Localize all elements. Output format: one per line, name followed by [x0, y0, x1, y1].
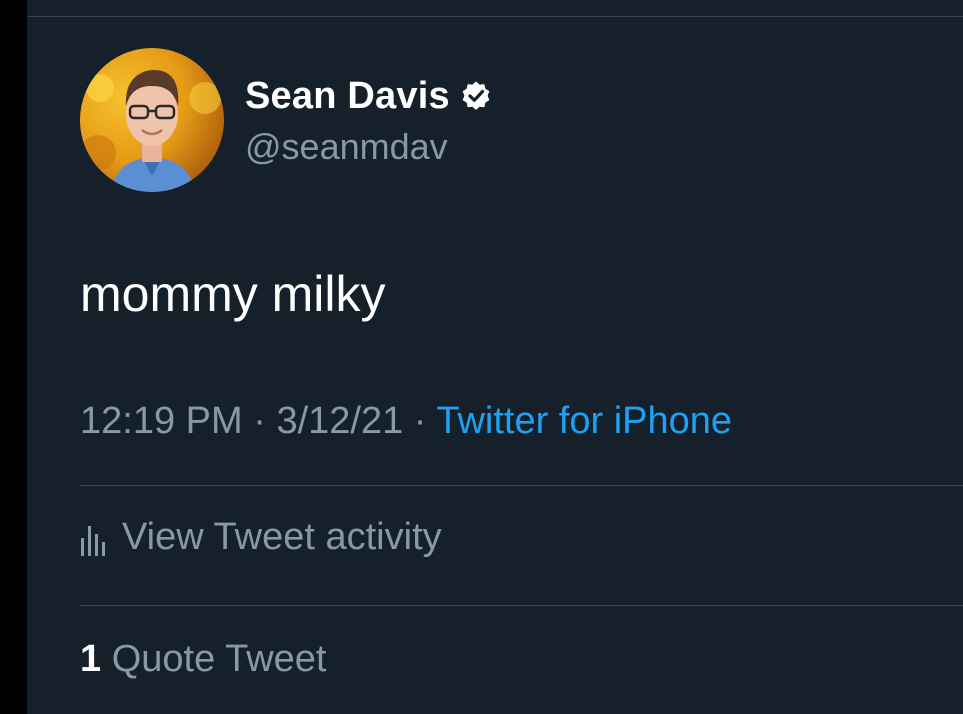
view-tweet-activity-label: View Tweet activity [122, 516, 442, 558]
meta-separator: · [253, 400, 266, 442]
divider [80, 485, 963, 486]
quote-tweets-link[interactable]: 1 Quote Tweet [80, 638, 326, 681]
tweet-metadata: 12:19 PM · 3/12/21 · Twitter for iPhone [80, 400, 732, 443]
tweet-time[interactable]: 12:19 PM [80, 400, 243, 442]
quote-tweet-count: 1 [80, 638, 102, 680]
top-divider [27, 16, 963, 17]
tweet-text: mommy milky [80, 266, 386, 322]
author-avatar[interactable] [80, 48, 224, 192]
tweet-detail-panel: Sean Davis @seanmdav mommy milky 12:19 P… [27, 0, 963, 714]
quote-tweet-label: Quote Tweet [111, 638, 327, 680]
avatar-photo [80, 48, 224, 192]
author-handle[interactable]: @seanmdav [245, 126, 448, 168]
divider [80, 605, 963, 606]
meta-separator: · [413, 400, 427, 442]
verified-badge-icon [462, 81, 490, 110]
view-tweet-activity-button[interactable]: View Tweet activity [80, 516, 442, 559]
tweet-date[interactable]: 3/12/21 [276, 400, 403, 442]
bar-chart-icon [81, 525, 105, 556]
tweet-source-link[interactable]: Twitter for iPhone [436, 400, 732, 442]
screen: Sean Davis @seanmdav mommy milky 12:19 P… [0, 0, 963, 714]
author-name-row[interactable]: Sean Davis [245, 74, 492, 118]
author-display-name[interactable]: Sean Davis [245, 75, 450, 118]
